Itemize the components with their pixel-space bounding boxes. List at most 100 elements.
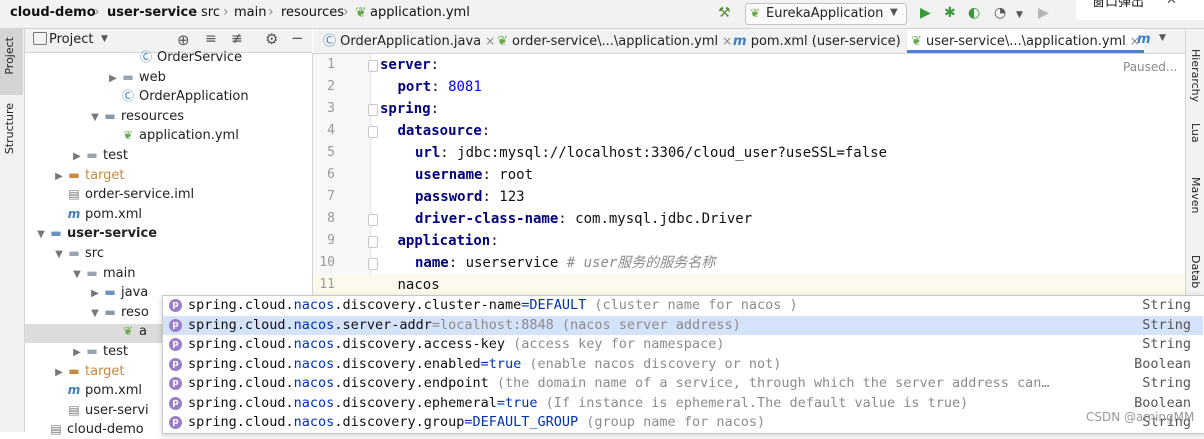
fold-marker-icon[interactable]: [368, 60, 378, 72]
completion-match: nacos: [293, 355, 335, 372]
chevron-right-icon[interactable]: ▶: [52, 167, 66, 186]
gear-icon[interactable]: ⚙: [265, 30, 278, 48]
completion-rest: .discovery.cluster-name: [334, 297, 522, 313]
completion-item[interactable]: p spring.cloud.nacos.discovery.group=DEFA…: [163, 413, 1203, 433]
chevron-right-icon[interactable]: ▶: [52, 363, 66, 382]
tree-item[interactable]: ▤ order-service.iml: [52, 185, 194, 204]
tab-order-application-java[interactable]: Ⓒ OrderApplication.java ×: [319, 29, 499, 53]
run-config-dropdown[interactable]: ❦ EurekaApplication ▼: [745, 3, 907, 25]
tree-item[interactable]: ▶ ▬ target: [52, 362, 125, 382]
tab-order-service-application-yml[interactable]: ❦ order-service\...\application.yml ×: [493, 29, 736, 53]
tree-item[interactable]: m pom.xml: [52, 205, 142, 224]
debug-icon[interactable]: ✱: [944, 5, 956, 21]
resume-icon[interactable]: ▶: [1038, 5, 1049, 21]
completion-item[interactable]: p spring.cloud.nacos.discovery.ephemeral=…: [163, 394, 1203, 414]
completion-item[interactable]: p spring.cloud.nacos.server-addr=localhos…: [163, 315, 1203, 335]
completion-type: String: [1142, 316, 1191, 333]
tree-item[interactable]: ▶ ▬ java: [88, 283, 148, 302]
completion-rest: .server-addr: [334, 316, 432, 333]
property-icon: p: [169, 357, 182, 371]
fold-marker-icon[interactable]: [368, 236, 378, 248]
chevron-down-icon[interactable]: ▼: [70, 265, 84, 284]
chevron-down-icon[interactable]: ▼: [34, 225, 48, 244]
breadcrumb-item[interactable]: user-service: [107, 5, 197, 20]
chevron-down-icon[interactable]: ▼: [52, 245, 66, 264]
yaml-separator: :: [482, 189, 500, 205]
breadcrumb-item[interactable]: main: [234, 5, 266, 20]
chevron-down-icon[interactable]: ▼: [1016, 7, 1023, 23]
completion-item[interactable]: p spring.cloud.nacos.discovery.cluster-na…: [163, 296, 1203, 316]
tree-item[interactable]: ▼ ▬ reso: [88, 303, 149, 322]
hammer-icon[interactable]: ⚒: [718, 5, 731, 21]
completion-item[interactable]: p spring.cloud.nacos.discovery.endpoint (…: [163, 374, 1203, 394]
breadcrumb-item[interactable]: resources: [281, 5, 344, 20]
chevron-right-icon[interactable]: ▶: [106, 69, 120, 88]
yaml-separator: :: [481, 123, 491, 139]
tree-item[interactable]: ▤ cloud-demo: [34, 420, 143, 439]
chevron-down-icon[interactable]: ▼: [88, 108, 102, 127]
tree-item[interactable]: ▶ ▬ web: [106, 68, 166, 87]
yaml-key: name: [415, 255, 449, 271]
completion-type: String: [1142, 336, 1191, 352]
fold-marker-icon[interactable]: [368, 104, 378, 116]
tree-item-label: order-service.iml: [85, 187, 195, 203]
completion-text: spring.cloud.nacos.discovery.ephemeral=t…: [188, 394, 968, 414]
coverage-icon[interactable]: ◐: [968, 5, 980, 21]
completion-prefix: spring.cloud.: [188, 414, 294, 430]
code-line: application:: [398, 230, 499, 252]
project-tool-button[interactable]: Project: [3, 37, 16, 75]
locate-icon[interactable]: ⊕: [177, 31, 190, 49]
minimize-icon[interactable]: −: [291, 29, 304, 47]
line-number: 1: [327, 57, 335, 72]
breadcrumb-item[interactable]: application.yml: [370, 5, 470, 20]
project-view-label[interactable]: Project: [49, 32, 93, 47]
chevron-down-icon[interactable]: ▼: [101, 34, 108, 44]
tab-label: pom.xml (user-service): [750, 34, 901, 49]
collapse-all-icon[interactable]: ≢: [231, 31, 243, 47]
close-icon[interactable]: ✕: [1166, 0, 1177, 8]
tree-item[interactable]: Ⓒ OrderService: [124, 48, 242, 67]
tab-pom-xml-user-service[interactable]: m pom.xml (user-service)×: [729, 29, 919, 53]
tree-item[interactable]: ❦ a: [106, 322, 147, 341]
fold-marker-icon[interactable]: [368, 214, 378, 226]
tree-item[interactable]: ▼ ▬ resources: [88, 107, 184, 126]
yaml-key: datasource: [397, 123, 482, 139]
tree-item[interactable]: ▶ ▬ test: [70, 146, 128, 165]
maven-icon[interactable]: m: [1137, 32, 1151, 47]
tab-list-chevron-icon[interactable]: ▼: [1159, 33, 1166, 43]
completion-item[interactable]: p spring.cloud.nacos.discovery.access-key…: [163, 335, 1203, 355]
profile-icon[interactable]: ◔: [994, 5, 1006, 21]
breadcrumb-item[interactable]: cloud-demo: [10, 5, 96, 20]
completion-item[interactable]: p spring.cloud.nacos.discovery.enabled=tr…: [163, 355, 1203, 375]
completion-match: nacos: [293, 297, 335, 313]
tree-item[interactable]: ▼ ▬ src: [52, 244, 104, 263]
expand-all-icon[interactable]: ≡: [205, 31, 217, 47]
tree-item[interactable]: ▼ ▬ user-service: [34, 224, 157, 243]
fold-marker-icon[interactable]: [368, 126, 378, 138]
chevron-down-icon[interactable]: ▼: [88, 304, 102, 323]
structure-tool-button[interactable]: Structure: [3, 103, 16, 154]
tree-item[interactable]: ▶ ▬ test: [70, 342, 128, 361]
tree-item[interactable]: ▶ ▬ target: [52, 166, 124, 186]
lua-tool-button[interactable]: Lua: [1189, 123, 1202, 143]
folder-icon: ▬: [68, 246, 80, 260]
yaml-icon: ❦: [122, 128, 134, 143]
tree-item[interactable]: ▼ ▬ main: [70, 264, 135, 283]
hierarchy-tool-button[interactable]: Hierarchy: [1189, 49, 1202, 102]
tree-item[interactable]: m pom.xml: [52, 381, 142, 400]
maven-tool-button[interactable]: Maven: [1189, 177, 1202, 213]
tree-item[interactable]: ❦ application.yml: [106, 126, 239, 145]
chevron-right-icon[interactable]: ▶: [70, 343, 84, 362]
completion-text: spring.cloud.nacos.discovery.access-key …: [188, 335, 724, 355]
tab-user-service-application-yml[interactable]: ❦ user-service\...\application.yml ×: [907, 29, 1144, 53]
chevron-right-icon[interactable]: ▶: [88, 284, 102, 303]
completion-type: Boolean: [1134, 355, 1191, 372]
tree-item[interactable]: Ⓒ OrderApplication: [106, 87, 249, 106]
fold-marker-icon[interactable]: [368, 258, 378, 270]
tree-item-label: target: [85, 363, 125, 379]
database-tool-button[interactable]: Datab: [1189, 255, 1202, 288]
breadcrumb-item[interactable]: src: [201, 5, 220, 20]
run-icon[interactable]: ▶: [920, 5, 931, 21]
chevron-right-icon[interactable]: ▶: [70, 147, 84, 166]
tree-item[interactable]: ▤ user-servi: [52, 401, 148, 420]
